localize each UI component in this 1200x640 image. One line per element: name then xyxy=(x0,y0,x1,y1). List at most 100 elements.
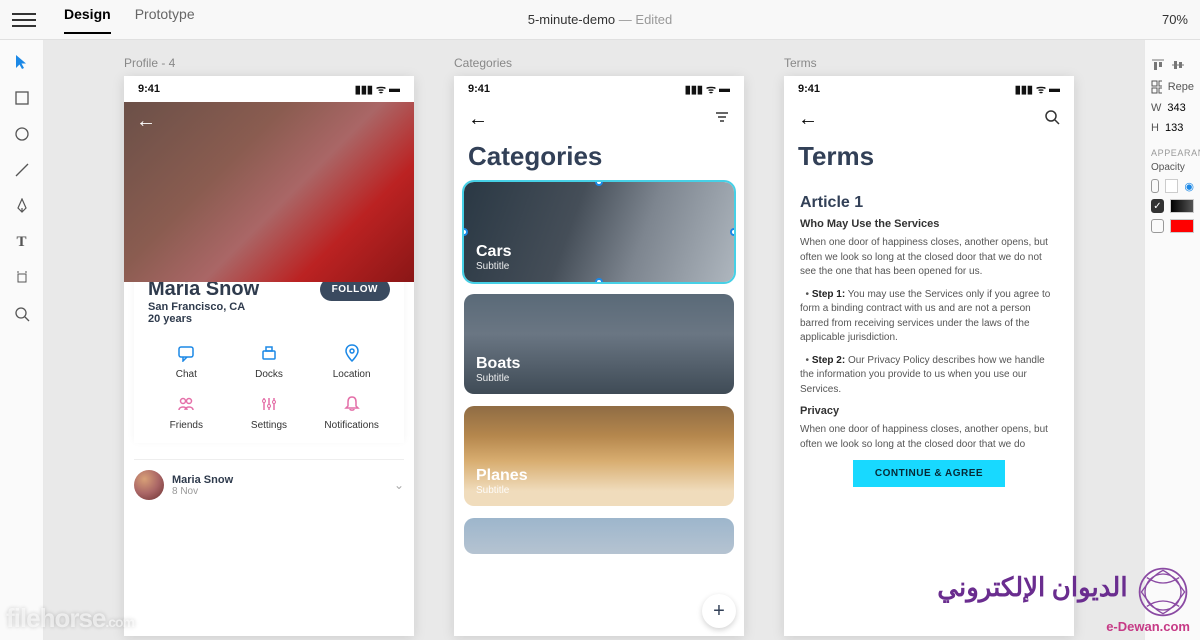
selection-handle[interactable] xyxy=(730,228,734,236)
category-subtitle: Subtitle xyxy=(476,485,722,496)
artboard-categories-wrap: Categories 9:41 ▮▮▮ᯤ▬ ← Categories Cars … xyxy=(454,56,744,640)
select-tool-icon[interactable] xyxy=(12,52,32,72)
status-bar: 9:41 ▮▮▮ᯤ▬ xyxy=(454,76,744,102)
fill-row-1[interactable]: ✓ xyxy=(1151,199,1194,213)
filter-icon[interactable] xyxy=(714,109,730,130)
opacity-label: Opacity xyxy=(1151,162,1194,173)
settings-sliders-icon xyxy=(231,394,308,414)
selection-handle[interactable] xyxy=(595,182,603,186)
profile-action-notifications[interactable]: Notifications xyxy=(313,394,390,431)
status-time: 9:41 xyxy=(468,83,490,95)
appearance-section-label: APPEARANC xyxy=(1151,148,1194,158)
height-input[interactable] xyxy=(1165,122,1199,134)
profile-action-friends[interactable]: Friends xyxy=(148,394,225,431)
grid-icon xyxy=(1151,80,1162,94)
artboard-profile-wrap: Profile - 4 9:41 ▮▮▮ ᯤ ▬ ← Maria xyxy=(124,56,414,640)
selection-handle[interactable] xyxy=(730,278,734,282)
color-swatch[interactable] xyxy=(1170,219,1194,233)
watermark-edewan: الديوان الإلكتروني e-Dewan.com xyxy=(937,565,1190,634)
terms-step-1: • Step 1: You may use the Services only … xyxy=(800,288,1058,346)
artboard-label[interactable]: Profile - 4 xyxy=(124,56,414,70)
rectangle-tool-icon[interactable] xyxy=(12,88,32,108)
category-subtitle: Subtitle xyxy=(476,261,722,272)
pen-tool-icon[interactable] xyxy=(12,196,32,216)
ellipse-tool-icon[interactable] xyxy=(12,124,32,144)
doc-name: 5-minute-demo xyxy=(528,12,615,27)
profile-hero-image: ← xyxy=(124,102,414,282)
fill-checkbox[interactable] xyxy=(1151,179,1159,193)
profile-action-grid: Chat Docks Location Friends Settings Not… xyxy=(148,343,390,431)
artboard-tool-icon[interactable] xyxy=(12,268,32,288)
tab-design[interactable]: Design xyxy=(64,6,111,34)
artboard-terms-wrap: Terms 9:41 ▮▮▮ᯤ▬ ← Terms Article 1 Who M… xyxy=(784,56,1074,640)
selection-handle[interactable] xyxy=(464,182,468,186)
width-input[interactable] xyxy=(1167,102,1200,114)
profile-action-chat[interactable]: Chat xyxy=(148,343,225,380)
zoom-tool-icon[interactable] xyxy=(12,304,32,324)
artboard-label[interactable]: Terms xyxy=(784,56,1074,70)
status-bar: 9:41 ▮▮▮ ᯤ ▬ xyxy=(124,76,414,102)
back-arrow-icon[interactable]: ← xyxy=(136,110,156,133)
artboard-label[interactable]: Categories xyxy=(454,56,744,70)
terms-title: Terms xyxy=(784,137,1074,182)
canvas[interactable]: Profile - 4 9:41 ▮▮▮ ᯤ ▬ ← Maria xyxy=(44,40,1144,640)
location-pin-icon xyxy=(313,343,390,363)
category-subtitle: Subtitle xyxy=(476,373,722,384)
mode-tabs: Design Prototype xyxy=(64,6,195,34)
docks-icon xyxy=(231,343,308,363)
artboard-terms[interactable]: 9:41 ▮▮▮ᯤ▬ ← Terms Article 1 Who May Use… xyxy=(784,76,1074,636)
hamburger-menu-icon[interactable] xyxy=(12,13,36,27)
fill-row-2[interactable] xyxy=(1151,219,1194,233)
post-date: 8 Nov xyxy=(172,486,233,497)
selection-handle[interactable] xyxy=(730,182,734,186)
category-title: Planes xyxy=(476,467,722,485)
signal-icon: ▮▮▮ xyxy=(1015,83,1033,96)
back-arrow-icon[interactable]: ← xyxy=(798,108,818,131)
terms-intro: When one door of happiness closes, anoth… xyxy=(800,236,1058,280)
category-card-boats[interactable]: Boats Subtitle xyxy=(464,294,734,394)
fill-checkbox[interactable]: ✓ xyxy=(1151,199,1164,213)
fab-add-button[interactable]: + xyxy=(702,594,736,628)
color-swatch[interactable] xyxy=(1165,179,1179,193)
profile-action-location[interactable]: Location xyxy=(313,343,390,380)
bell-icon xyxy=(313,394,390,414)
battery-icon: ▬ xyxy=(1049,83,1060,95)
search-icon[interactable] xyxy=(1044,109,1060,130)
wifi-icon: ᯤ xyxy=(1036,82,1046,97)
selection-handle[interactable] xyxy=(595,278,603,282)
categories-title: Categories xyxy=(454,137,744,182)
repeat-grid-button[interactable]: Repe xyxy=(1151,80,1194,94)
tab-prototype[interactable]: Prototype xyxy=(135,6,195,34)
profile-age: 20 years xyxy=(148,313,259,325)
text-tool-icon[interactable]: T xyxy=(12,232,32,252)
chevron-down-icon[interactable]: ⌄ xyxy=(394,478,404,492)
terms-privacy-paragraph: When one door of happiness closes, anoth… xyxy=(800,423,1058,452)
chat-icon xyxy=(148,343,225,363)
back-arrow-icon[interactable]: ← xyxy=(468,108,488,131)
align-middle-icon[interactable] xyxy=(1171,58,1185,72)
battery-icon: ▬ xyxy=(719,83,730,95)
selection-handle[interactable] xyxy=(464,278,468,282)
align-controls[interactable] xyxy=(1151,58,1194,72)
post-item[interactable]: Maria Snow 8 Nov ⌄ xyxy=(134,459,404,510)
line-tool-icon[interactable] xyxy=(12,160,32,180)
artboard-categories[interactable]: 9:41 ▮▮▮ᯤ▬ ← Categories Cars Subtitle xyxy=(454,76,744,636)
align-top-icon[interactable] xyxy=(1151,58,1165,72)
fill-row-0[interactable]: ◉ xyxy=(1151,179,1194,193)
selection-handle[interactable] xyxy=(464,228,468,236)
color-swatch[interactable] xyxy=(1170,199,1194,213)
category-card-planes[interactable]: Planes Subtitle xyxy=(464,406,734,506)
fill-checkbox[interactable] xyxy=(1151,219,1164,233)
category-card-cars[interactable]: Cars Subtitle xyxy=(464,182,734,282)
category-card-partial[interactable] xyxy=(464,518,734,554)
terms-services-heading: Who May Use the Services xyxy=(800,218,1058,230)
profile-action-settings[interactable]: Settings xyxy=(231,394,308,431)
profile-location: San Francisco, CA xyxy=(148,301,259,313)
continue-agree-button[interactable]: CONTINUE & AGREE xyxy=(853,460,1005,487)
profile-action-docks[interactable]: Docks xyxy=(231,343,308,380)
target-icon[interactable]: ◉ xyxy=(1184,180,1194,193)
artboard-profile[interactable]: 9:41 ▮▮▮ ᯤ ▬ ← Maria Snow San Francisco,… xyxy=(124,76,414,636)
zoom-level[interactable]: 70% xyxy=(1162,12,1188,27)
signal-icon: ▮▮▮ xyxy=(685,83,703,96)
status-time: 9:41 xyxy=(798,83,820,95)
